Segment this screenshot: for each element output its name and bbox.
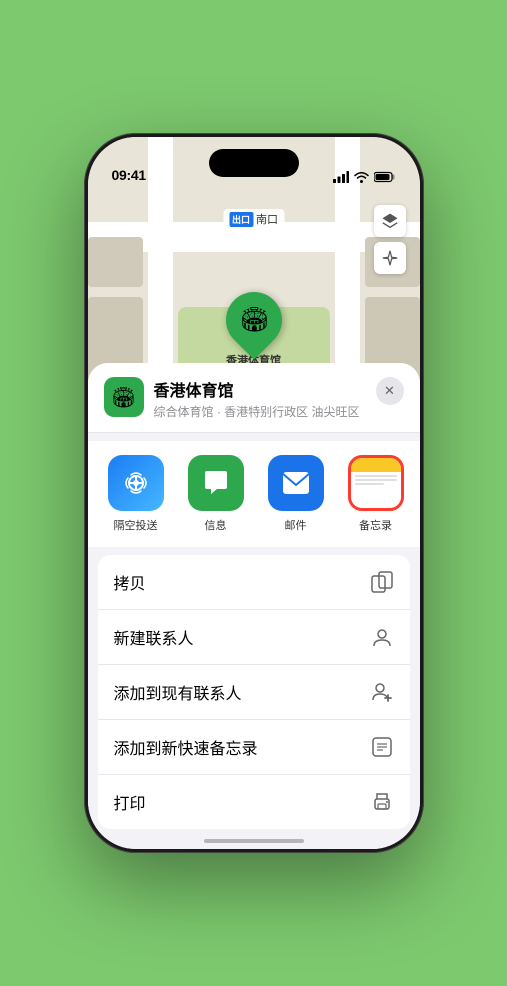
map-label-tag: 出口 bbox=[229, 212, 253, 227]
new-contact-icon bbox=[370, 625, 394, 649]
messages-icon bbox=[188, 455, 244, 511]
location-button[interactable] bbox=[374, 242, 406, 274]
home-indicator bbox=[204, 839, 304, 843]
notes-header bbox=[351, 458, 401, 472]
airdrop-icon bbox=[108, 455, 164, 511]
notes-body bbox=[351, 472, 401, 508]
notes-icon-container bbox=[348, 455, 404, 511]
battery-icon bbox=[374, 171, 396, 183]
location-info: 香港体育馆 综合体育馆 · 香港特别行政区 油尖旺区 bbox=[154, 377, 366, 420]
mail-icon bbox=[268, 455, 324, 511]
location-description: 综合体育馆 · 香港特别行政区 油尖旺区 bbox=[154, 403, 366, 420]
location-name: 香港体育馆 bbox=[154, 377, 366, 401]
status-icons bbox=[333, 171, 396, 183]
share-airdrop[interactable]: 隔空投送 bbox=[104, 455, 168, 533]
copy-label: 拷贝 bbox=[114, 570, 146, 594]
airdrop-label: 隔空投送 bbox=[114, 517, 158, 533]
action-add-existing[interactable]: 添加到现有联系人 bbox=[98, 665, 410, 720]
copy-icon bbox=[370, 570, 394, 594]
mail-label: 邮件 bbox=[285, 517, 307, 533]
notes-line-2 bbox=[355, 479, 397, 481]
notes-line-3 bbox=[355, 483, 384, 485]
dynamic-island bbox=[209, 149, 299, 177]
wifi-icon bbox=[354, 171, 369, 183]
notes-line-1 bbox=[355, 475, 397, 477]
print-label: 打印 bbox=[114, 790, 146, 814]
phone-inner: 09:41 bbox=[88, 137, 420, 849]
action-copy[interactable]: 拷贝 bbox=[98, 555, 410, 610]
action-list: 拷贝 新建联系人 bbox=[98, 555, 410, 829]
mail-symbol bbox=[281, 470, 311, 496]
location-icon bbox=[382, 250, 398, 266]
map-controls bbox=[374, 205, 406, 274]
location-venue-icon: 🏟 bbox=[104, 377, 144, 417]
phone-frame: 09:41 bbox=[84, 133, 424, 853]
marker-pin: 🏟 bbox=[214, 280, 293, 359]
map-layers-button[interactable] bbox=[374, 205, 406, 237]
print-icon bbox=[370, 790, 394, 814]
quick-note-icon bbox=[370, 735, 394, 759]
map-label-text: 南口 bbox=[256, 211, 278, 227]
signal-icon bbox=[333, 171, 349, 183]
action-print[interactable]: 打印 bbox=[98, 775, 410, 829]
action-new-contact[interactable]: 新建联系人 bbox=[98, 610, 410, 665]
share-row: 隔空投送 信息 bbox=[88, 441, 420, 547]
new-contact-label: 新建联系人 bbox=[114, 625, 194, 649]
quick-note-label: 添加到新快速备忘录 bbox=[114, 735, 258, 759]
messages-label: 信息 bbox=[205, 517, 227, 533]
share-messages[interactable]: 信息 bbox=[184, 455, 248, 533]
status-time: 09:41 bbox=[112, 167, 146, 183]
stadium-marker[interactable]: 🏟 香港体育馆 bbox=[226, 292, 282, 368]
layers-icon bbox=[381, 212, 399, 230]
notes-label: 备忘录 bbox=[359, 517, 392, 533]
bottom-sheet: 🏟 香港体育馆 综合体育馆 · 香港特别行政区 油尖旺区 ✕ bbox=[88, 363, 420, 849]
airdrop-symbol bbox=[121, 468, 151, 498]
close-button[interactable]: ✕ bbox=[376, 377, 404, 405]
add-existing-label: 添加到现有联系人 bbox=[114, 680, 242, 704]
stadium-icon: 🏟 bbox=[238, 306, 268, 335]
messages-symbol bbox=[201, 468, 231, 498]
add-existing-icon bbox=[370, 680, 394, 704]
location-card: 🏟 香港体育馆 综合体育馆 · 香港特别行政区 油尖旺区 ✕ bbox=[88, 363, 420, 433]
map-label: 出口 南口 bbox=[223, 209, 284, 229]
share-mail[interactable]: 邮件 bbox=[264, 455, 328, 533]
notes-icon bbox=[351, 458, 401, 508]
share-notes[interactable]: 备忘录 bbox=[344, 455, 408, 533]
action-quick-note[interactable]: 添加到新快速备忘录 bbox=[98, 720, 410, 775]
